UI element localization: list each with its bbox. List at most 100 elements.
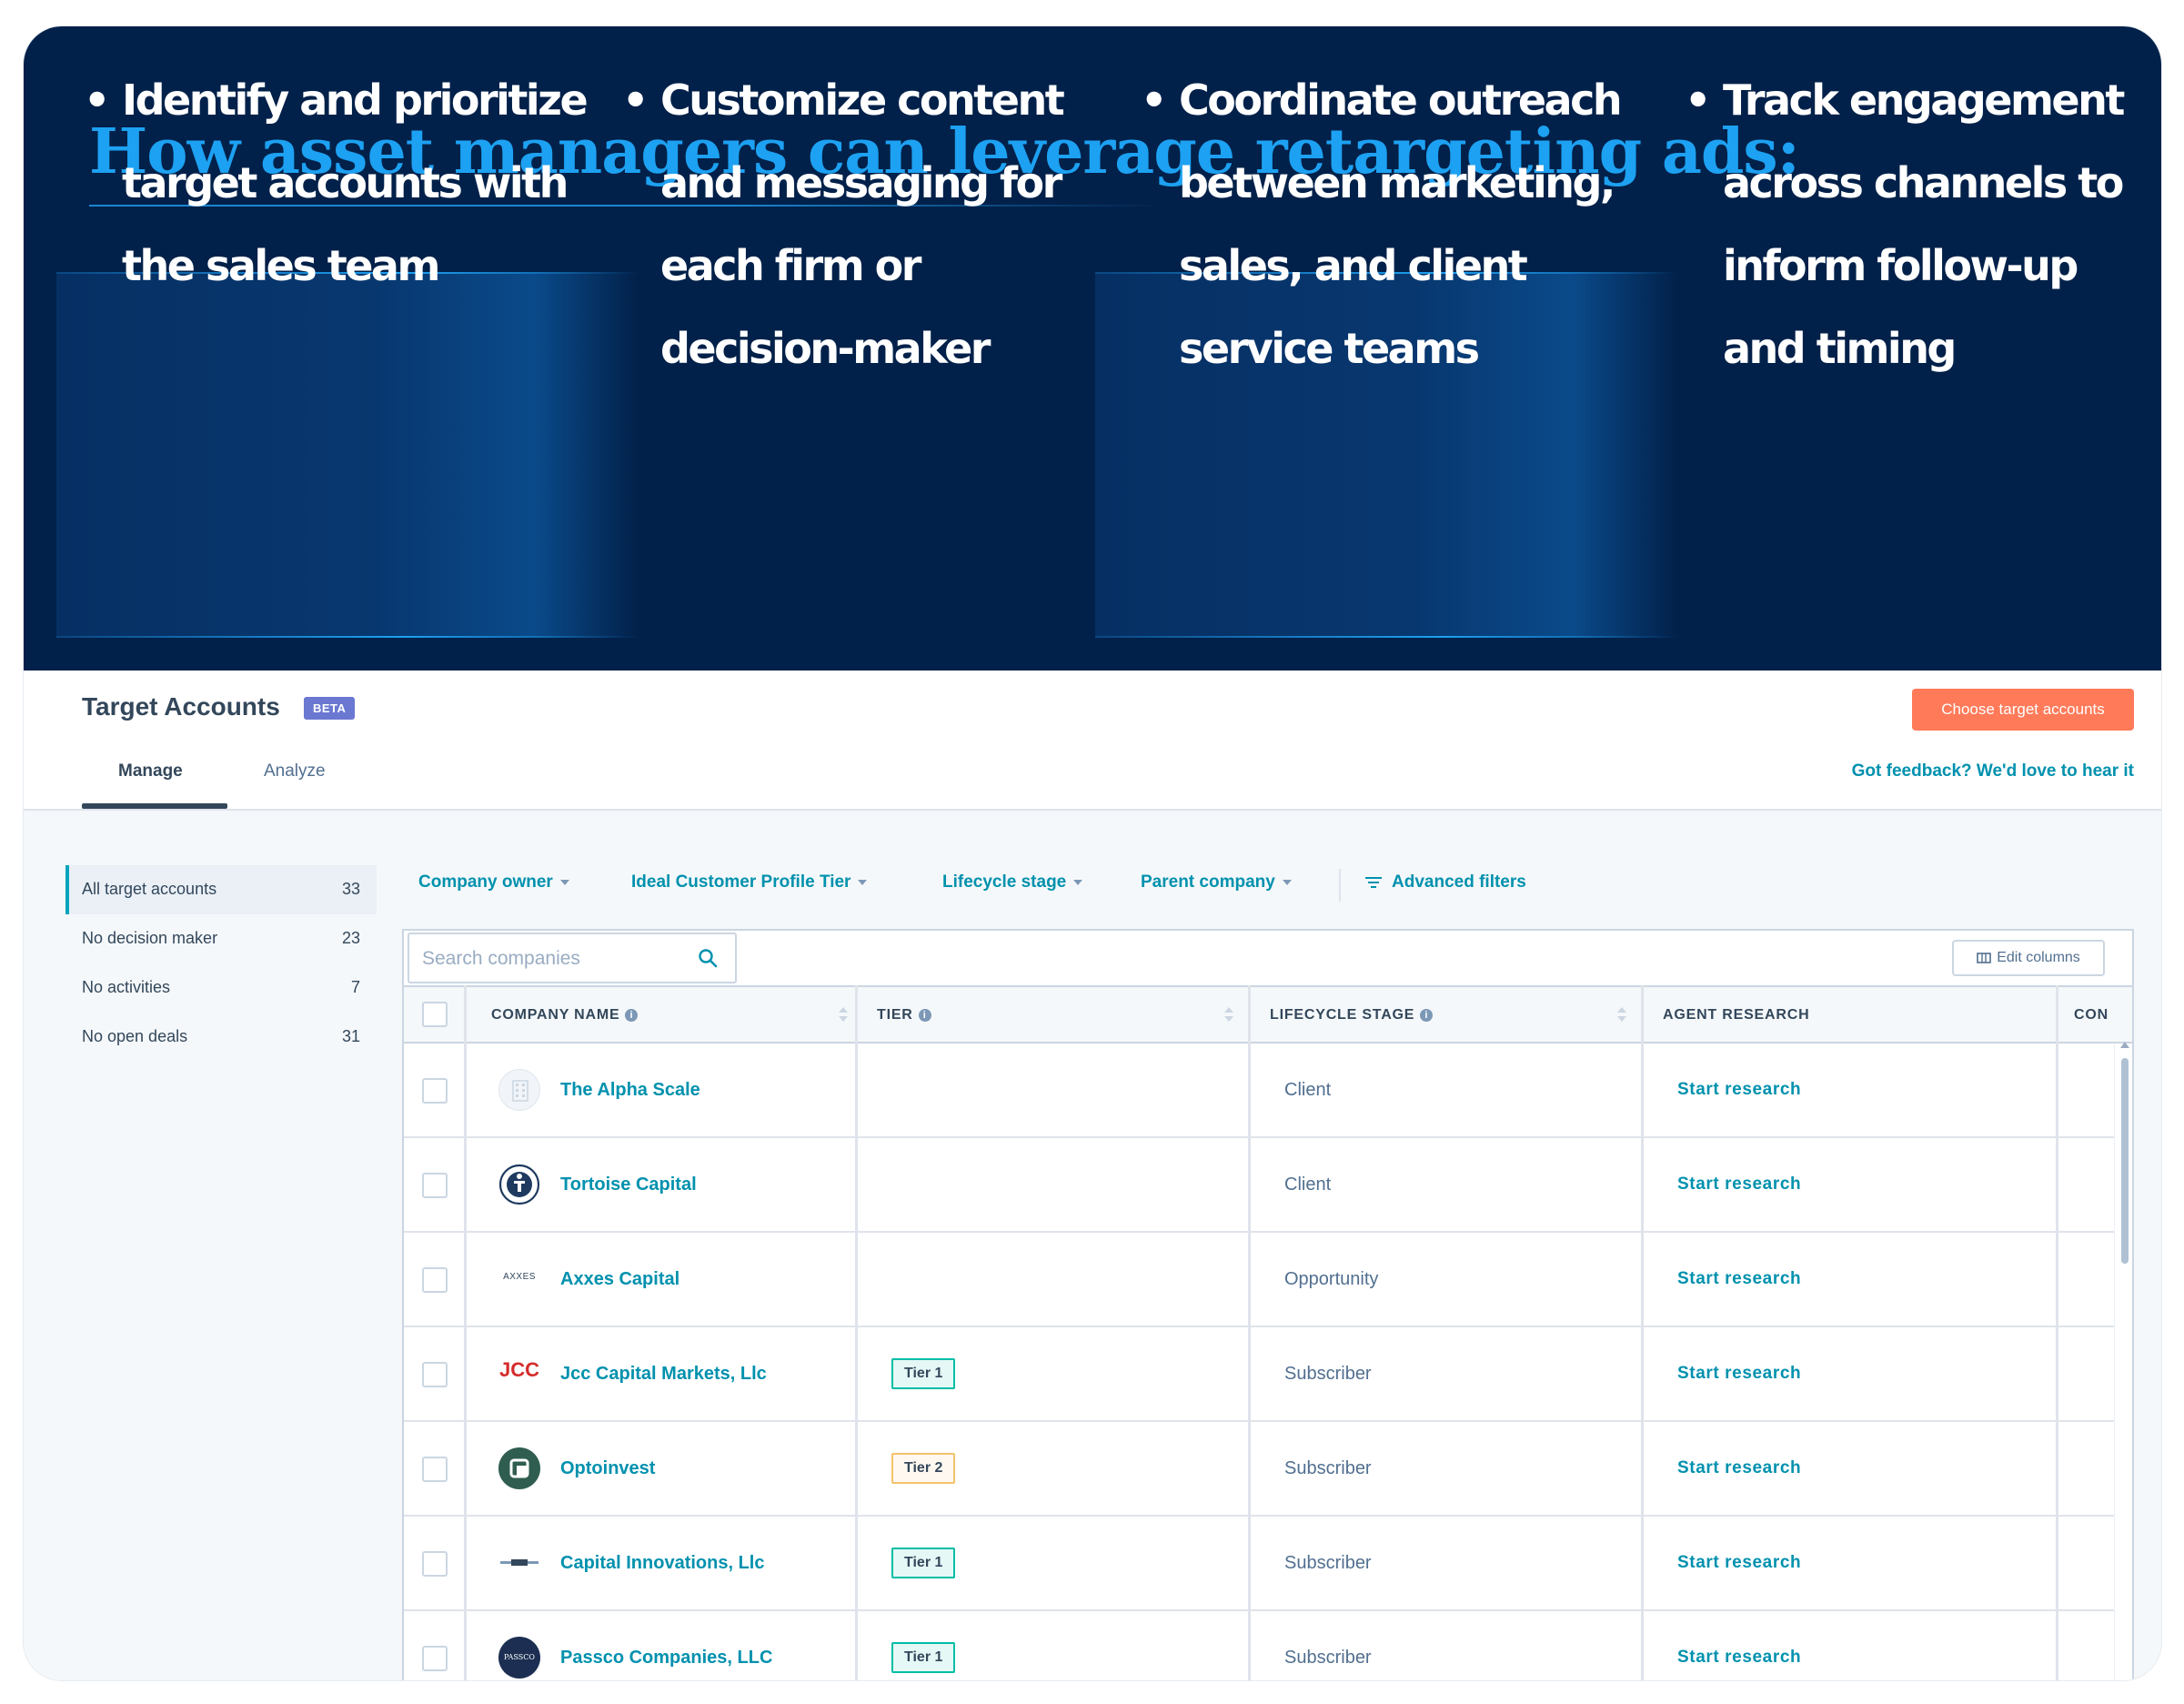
building-logo-icon (498, 1069, 540, 1111)
table-row: PASSCO Passco Companies, LLC Tier 1 Subs… (404, 1611, 2114, 1680)
chevron-down-icon (559, 879, 569, 885)
row-checkbox[interactable] (422, 1646, 448, 1671)
column-header-agent-research[interactable]: AGENT RESEARCH (1663, 987, 1809, 1044)
tier-badge: Tier 2 (891, 1453, 956, 1484)
bullet-dot-icon: • (84, 76, 110, 125)
info-icon: i (1420, 1008, 1434, 1022)
chevron-down-icon (1073, 879, 1083, 885)
company-name-link[interactable]: Passco Companies, LLC (560, 1648, 772, 1669)
icp-tier-filter[interactable]: Ideal Customer Profile Tier (631, 872, 868, 892)
column-header-tier[interactable]: TIER i (877, 987, 931, 1044)
info-icon: i (918, 1008, 931, 1022)
search-box[interactable] (408, 933, 737, 983)
sidebar-item-no-decision-maker[interactable]: No decision maker 23 (65, 914, 377, 963)
start-research-link[interactable]: Start research (1677, 1648, 1801, 1668)
company-name-link[interactable]: The Alpha Scale (560, 1080, 700, 1101)
sidebar-item-label: No open deals (82, 1027, 188, 1045)
advanced-filters-button[interactable]: Advanced filters (1364, 872, 1526, 892)
table-row: Tortoise Capital Client Start research (404, 1138, 2114, 1233)
select-all-checkbox[interactable] (422, 1002, 448, 1027)
start-research-link[interactable]: Start research (1677, 1553, 1801, 1573)
lifecycle-stage-value: Client (1284, 1175, 1332, 1195)
tortoise-logo-icon (498, 1164, 540, 1205)
column-header-truncated[interactable]: CON (2074, 987, 2112, 1044)
lifecycle-stage-value: Client (1284, 1080, 1332, 1100)
bullet-dot-icon: • (622, 76, 649, 125)
company-name-link[interactable]: Jcc Capital Markets, Llc (560, 1364, 767, 1385)
target-accounts-app: Target Accounts BETA Choose target accou… (24, 671, 2161, 1680)
bullet-dot-icon: • (1685, 76, 1711, 125)
edit-columns-label: Edit columns (1997, 950, 2080, 965)
row-checkbox[interactable] (422, 1551, 448, 1577)
choose-target-accounts-button[interactable]: Choose target accounts (1912, 689, 2134, 731)
hero-bullet: • Track engagement across channels to inf… (1685, 59, 2125, 390)
filter-label: Company owner (418, 872, 553, 892)
column-header-label: COMPANY NAME (491, 1007, 620, 1023)
vertical-scrollbar[interactable] (2114, 1042, 2132, 1680)
row-checkbox[interactable] (422, 1457, 448, 1482)
filter-label: Lifecycle stage (942, 872, 1067, 892)
column-header-lifecycle-stage[interactable]: LIFECYCLE STAGE i (1270, 987, 1434, 1044)
sidebar-item-count: 31 (341, 1027, 360, 1045)
start-research-link[interactable]: Start research (1677, 1458, 1801, 1478)
table-row: JCC Jcc Capital Markets, Llc Tier 1 Subs… (404, 1327, 2114, 1422)
start-research-link[interactable]: Start research (1677, 1175, 1801, 1195)
lifecycle-stage-value: Subscriber (1284, 1553, 1372, 1573)
info-icon: i (625, 1008, 639, 1022)
lifecycle-stage-value: Subscriber (1284, 1648, 1372, 1668)
feedback-link[interactable]: Got feedback? We'd love to hear it (1852, 761, 2134, 781)
lifecycle-stage-filter[interactable]: Lifecycle stage (942, 872, 1083, 892)
capital-innovations-logo-icon (498, 1542, 540, 1584)
company-name-link[interactable]: Tortoise Capital (560, 1175, 697, 1195)
hero-bullet: • Customize content and messaging for eac… (622, 59, 1065, 390)
page-title: Target Accounts (82, 692, 280, 721)
search-input[interactable] (422, 945, 686, 973)
bullet-panel-1 (56, 272, 639, 638)
table-row: AXXES Axxes Capital Opportunity Start re… (404, 1233, 2114, 1327)
hero-bullet: • Coordinate outreach between marketing, … (1141, 59, 1623, 390)
start-research-link[interactable]: Start research (1677, 1080, 1801, 1100)
filter-label: Ideal Customer Profile Tier (631, 872, 851, 892)
row-checkbox[interactable] (422, 1173, 448, 1198)
company-name-link[interactable]: Optoinvest (560, 1458, 655, 1479)
hero-banner: How asset managers can leverage retarget… (24, 26, 2161, 671)
company-owner-filter[interactable]: Company owner (418, 872, 569, 892)
bullet-text: Track engagement across channels to info… (1723, 76, 2125, 373)
scrollbar-thumb[interactable] (2121, 1058, 2129, 1264)
lifecycle-stage-value: Subscriber (1284, 1364, 1372, 1384)
tier-badge: Tier 1 (891, 1548, 956, 1578)
row-checkbox[interactable] (422, 1078, 448, 1104)
sidebar-item-no-activities[interactable]: No activities 7 (65, 963, 377, 1013)
bullet-text: Identify and prioritize target accounts … (122, 76, 589, 290)
tier-badge: Tier 1 (891, 1642, 956, 1673)
lifecycle-stage-value: Opportunity (1284, 1269, 1379, 1289)
row-checkbox[interactable] (422, 1267, 448, 1293)
search-icon (699, 949, 718, 968)
jcc-logo-icon: JCC (498, 1358, 539, 1381)
start-research-link[interactable]: Start research (1677, 1364, 1801, 1384)
column-header-company-name[interactable]: COMPANY NAME i (491, 987, 639, 1044)
row-checkbox[interactable] (422, 1362, 448, 1387)
sidebar-item-label: All target accounts (82, 880, 217, 898)
accounts-table: Edit columns COMPANY NAME i TIER i LIFECYC… (402, 929, 2134, 1680)
parent-company-filter[interactable]: Parent company (1141, 872, 1292, 892)
edit-columns-button[interactable]: Edit columns (1952, 940, 2105, 976)
company-name-link[interactable]: Capital Innovations, Llc (560, 1553, 764, 1574)
scroll-up-arrow-icon[interactable] (2120, 1042, 2129, 1048)
table-row: The Alpha Scale Client Start research (404, 1044, 2114, 1138)
sidebar-item-count: 33 (341, 880, 360, 898)
company-name-link[interactable]: Axxes Capital (560, 1269, 679, 1290)
active-tab-indicator (82, 803, 227, 809)
sidebar-item-no-open-deals[interactable]: No open deals 31 (65, 1013, 377, 1062)
sidebar-item-all-target-accounts[interactable]: All target accounts 33 (65, 865, 377, 914)
filter-label: Advanced filters (1392, 872, 1526, 892)
lifecycle-stage-value: Subscriber (1284, 1458, 1372, 1478)
start-research-link[interactable]: Start research (1677, 1269, 1801, 1289)
chevron-down-icon (858, 879, 868, 885)
chevron-down-icon (1282, 879, 1292, 885)
tab-manage[interactable]: Manage (118, 761, 183, 781)
tab-analyze[interactable]: Analyze (264, 761, 326, 781)
columns-icon (1977, 952, 1992, 963)
filter-lines-icon (1365, 876, 1382, 888)
filter-divider (1339, 869, 1341, 902)
